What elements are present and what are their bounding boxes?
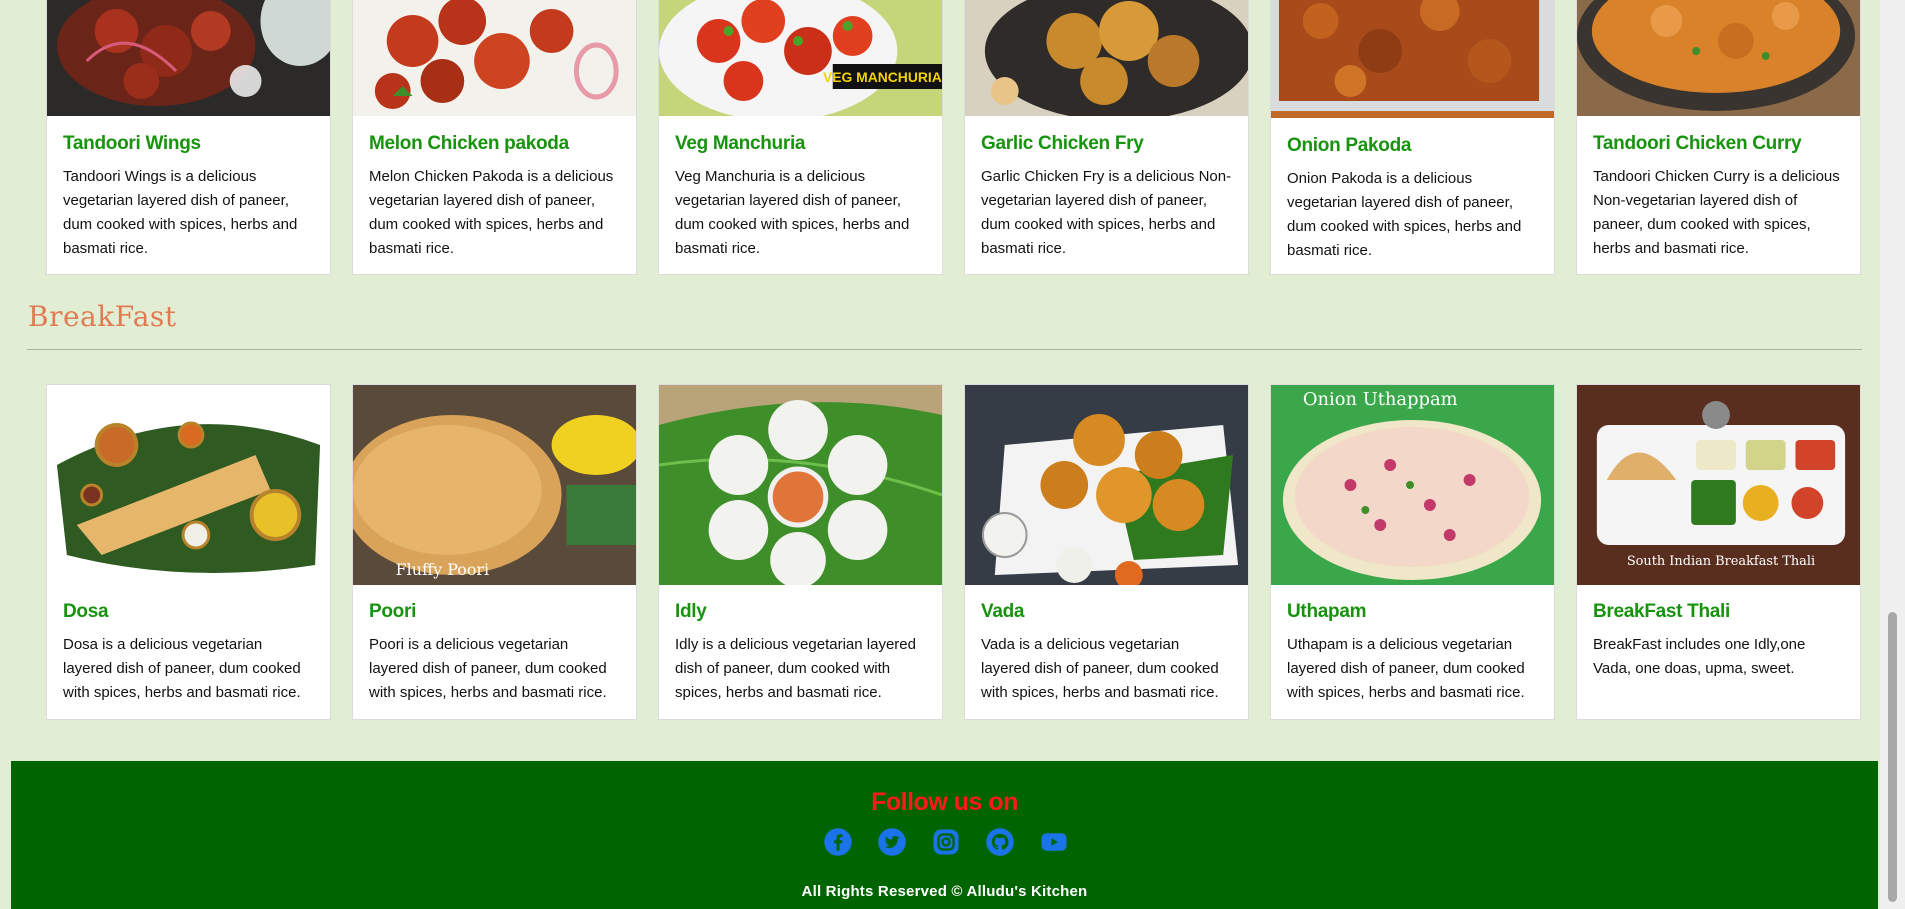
image-caption: Onion Uthappam <box>1303 389 1458 410</box>
card-description: Onion Pakoda is a delicious vegetarian l… <box>1287 170 1522 259</box>
menu-card[interactable]: Melon Chicken pakoda Melon Chicken Pakod… <box>352 0 637 275</box>
card-description: Poori is a delicious vegetarian layered … <box>369 636 607 701</box>
section-title-breakfast: BreakFast <box>28 300 177 333</box>
food-image: Fluffy Poori <box>353 385 636 585</box>
card-title: Vada <box>981 601 1025 622</box>
image-caption: Fluffy Poori <box>396 560 489 579</box>
youtube-icon[interactable] <box>1039 827 1069 857</box>
menu-card[interactable]: VEG MANCHURIAN Veg Manchuria Veg Manchur… <box>658 0 943 275</box>
facebook-icon[interactable] <box>823 827 853 857</box>
social-links <box>11 827 1878 857</box>
follow-heading: Follow us on <box>871 788 1018 816</box>
card-title: Dosa <box>63 601 109 622</box>
card-title: BreakFast Thali <box>1593 601 1730 622</box>
food-image: Onion Uthappam <box>1271 385 1554 585</box>
vertical-scrollbar[interactable] <box>1880 0 1905 909</box>
card-title: Melon Chicken pakoda <box>369 133 569 154</box>
card-description: Idly is a delicious vegetarian layered d… <box>675 636 916 701</box>
starters-row: Tandoori Wings Tandoori Wings is a delic… <box>46 0 1861 275</box>
menu-card[interactable]: Fluffy Poori Poori Poori is a delicious … <box>352 384 637 720</box>
menu-card[interactable]: Onion Uthappam Uthapam Uthapam is a deli… <box>1270 384 1555 720</box>
food-image <box>965 0 1248 116</box>
card-description: Tandoori Wings is a delicious vegetarian… <box>63 168 298 257</box>
food-image <box>659 385 942 585</box>
food-image <box>47 0 330 116</box>
card-description: Uthapam is a delicious vegetarian layere… <box>1287 636 1525 701</box>
card-title: Uthapam <box>1287 601 1367 622</box>
menu-card[interactable]: Dosa Dosa is a delicious vegetarian laye… <box>46 384 331 720</box>
card-description: Melon Chicken Pakoda is a delicious vege… <box>369 168 614 257</box>
card-description: Veg Manchuria is a delicious vegetarian … <box>675 168 910 257</box>
card-title: Onion Pakoda <box>1287 135 1412 156</box>
food-image <box>353 0 636 116</box>
github-icon[interactable] <box>985 827 1015 857</box>
footer: Follow us on All Rights Reserved © Allud… <box>11 761 1878 909</box>
food-image <box>965 385 1248 585</box>
card-title: Tandoori Chicken Curry <box>1593 133 1802 154</box>
card-description: Dosa is a delicious vegetarian layered d… <box>63 636 301 701</box>
menu-card[interactable]: Onion Pakoda Onion Pakoda is a delicious… <box>1270 0 1555 275</box>
card-description: BreakFast includes one Idly,one Vada, on… <box>1593 636 1806 677</box>
menu-card[interactable]: Tandoori Chicken Curry Tandoori Chicken … <box>1576 0 1861 275</box>
card-description: Garlic Chicken Fry is a delicious Non-ve… <box>981 168 1232 257</box>
food-image: VEG MANCHURIAN <box>659 0 942 116</box>
breakfast-row: Dosa Dosa is a delicious vegetarian laye… <box>46 384 1861 720</box>
page: Tandoori Wings Tandoori Wings is a delic… <box>0 0 1880 909</box>
menu-card[interactable]: South Indian Breakfast Thali BreakFast T… <box>1576 384 1861 720</box>
card-title: Garlic Chicken Fry <box>981 133 1144 154</box>
instagram-icon[interactable] <box>931 827 961 857</box>
menu-card[interactable]: Tandoori Wings Tandoori Wings is a delic… <box>46 0 331 275</box>
card-description: Tandoori Chicken Curry is a delicious No… <box>1593 168 1840 257</box>
section-divider <box>27 349 1862 350</box>
food-image <box>1577 0 1860 116</box>
image-caption: VEG MANCHURIAN <box>823 69 942 85</box>
scrollbar-thumb[interactable] <box>1888 612 1897 902</box>
menu-card[interactable]: Idly Idly is a delicious vegetarian laye… <box>658 384 943 720</box>
image-caption: South Indian Breakfast Thali <box>1627 554 1815 569</box>
card-description: Vada is a delicious vegetarian layered d… <box>981 636 1219 701</box>
card-title: Veg Manchuria <box>675 133 806 154</box>
card-title: Tandoori Wings <box>63 133 201 154</box>
food-image <box>1271 0 1554 118</box>
copyright-text: All Rights Reserved © Alludu's Kitchen <box>801 883 1088 900</box>
food-image: South Indian Breakfast Thali <box>1577 385 1860 585</box>
food-image <box>47 385 330 585</box>
card-title: Idly <box>675 601 707 622</box>
menu-card[interactable]: Vada Vada is a delicious vegetarian laye… <box>964 384 1249 720</box>
menu-card[interactable]: Garlic Chicken Fry Garlic Chicken Fry is… <box>964 0 1249 275</box>
card-title: Poori <box>369 601 417 622</box>
twitter-icon[interactable] <box>877 827 907 857</box>
